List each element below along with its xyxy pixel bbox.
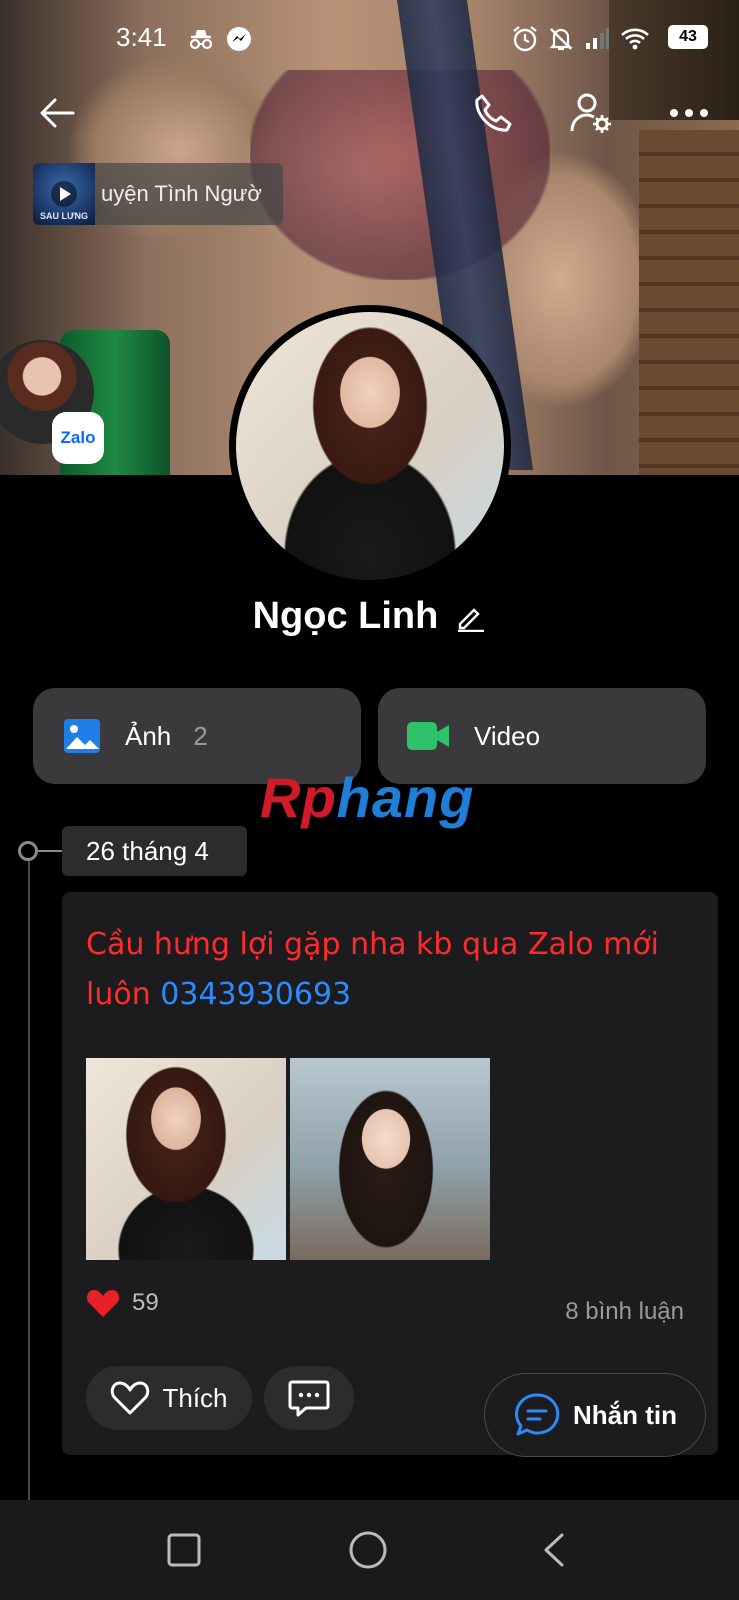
profile-name-row: Ngọc Linh [0, 595, 739, 638]
likes-summary[interactable]: 59 [86, 1288, 159, 1318]
home-button[interactable] [348, 1530, 388, 1570]
battery-indicator: 43 [668, 25, 708, 49]
music-thumbnail-caption: SAU LƯNG [40, 211, 88, 221]
comment-button[interactable] [264, 1366, 354, 1430]
chat-bubble-icon [515, 1393, 560, 1436]
more-button[interactable] [664, 96, 714, 130]
heart-filled-icon [86, 1290, 120, 1317]
send-message-label: Nhắn tin [573, 1399, 677, 1430]
comments-count[interactable]: 8 bình luận [565, 1298, 684, 1326]
timeline-line [28, 850, 30, 1500]
square-icon [167, 1533, 201, 1567]
play-icon [51, 181, 77, 207]
watermark: Rphang [260, 766, 475, 829]
zalo-logo: Zalo [52, 412, 104, 464]
post-photo[interactable] [86, 1058, 286, 1260]
likes-count: 59 [132, 1289, 159, 1316]
phone-icon [475, 94, 512, 132]
avatar-image [236, 312, 504, 580]
status-bar: 3:41 43 [0, 0, 739, 78]
timeline-dot [18, 841, 38, 861]
heart-outline-icon [111, 1381, 150, 1415]
comment-icon [288, 1380, 330, 1417]
profile-music[interactable]: SAU LƯNG uyện Tình Ngườ [33, 163, 283, 225]
like-label: Thích [162, 1382, 228, 1413]
edit-pencil-icon[interactable] [456, 602, 486, 632]
system-back-button[interactable] [534, 1530, 574, 1570]
messenger-icon [224, 24, 254, 54]
post-photo[interactable] [290, 1058, 490, 1260]
post-phone-link[interactable]: 0343930693 [160, 977, 351, 1012]
photos-label: Ảnh [125, 720, 172, 751]
alarm-icon [510, 24, 540, 54]
music-thumbnail: SAU LƯNG [33, 163, 95, 225]
timeline-connector [38, 850, 62, 852]
profile-settings-button[interactable] [566, 88, 616, 138]
like-button[interactable]: Thích [86, 1366, 252, 1430]
incognito-icon [186, 24, 216, 54]
user-settings-icon [570, 93, 611, 133]
call-button[interactable] [468, 88, 518, 138]
signal-icon [582, 24, 612, 54]
video-icon [407, 722, 449, 750]
system-nav-bar [0, 1500, 739, 1600]
post-card[interactable]: Cầu hưng lợi gặp nha kb qua Zalo mới luô… [62, 892, 718, 1455]
music-title: uyện Tình Ngườ [101, 181, 262, 206]
timeline-date: 26 tháng 4 [62, 826, 247, 876]
recents-button[interactable] [164, 1530, 204, 1570]
video-label: Video [474, 720, 541, 751]
circle-icon [349, 1531, 387, 1569]
post-text: Cầu hưng lợi gặp nha kb qua Zalo mới luô… [86, 920, 696, 1020]
chevron-left-icon [544, 1533, 564, 1567]
back-button[interactable] [34, 90, 80, 136]
profile-name: Ngọc Linh [252, 595, 439, 637]
cover-background [639, 130, 739, 475]
more-dots-icon [670, 109, 708, 117]
status-time: 3:41 [116, 22, 167, 52]
profile-avatar[interactable] [229, 305, 511, 587]
wifi-icon [620, 24, 650, 54]
timeline-date-label: 26 tháng 4 [86, 835, 209, 866]
mute-icon [546, 24, 576, 54]
arrow-left-icon [40, 98, 75, 128]
photo-icon [64, 719, 100, 753]
send-message-button[interactable]: Nhắn tin [484, 1373, 706, 1457]
photos-count: 2 [193, 720, 208, 751]
